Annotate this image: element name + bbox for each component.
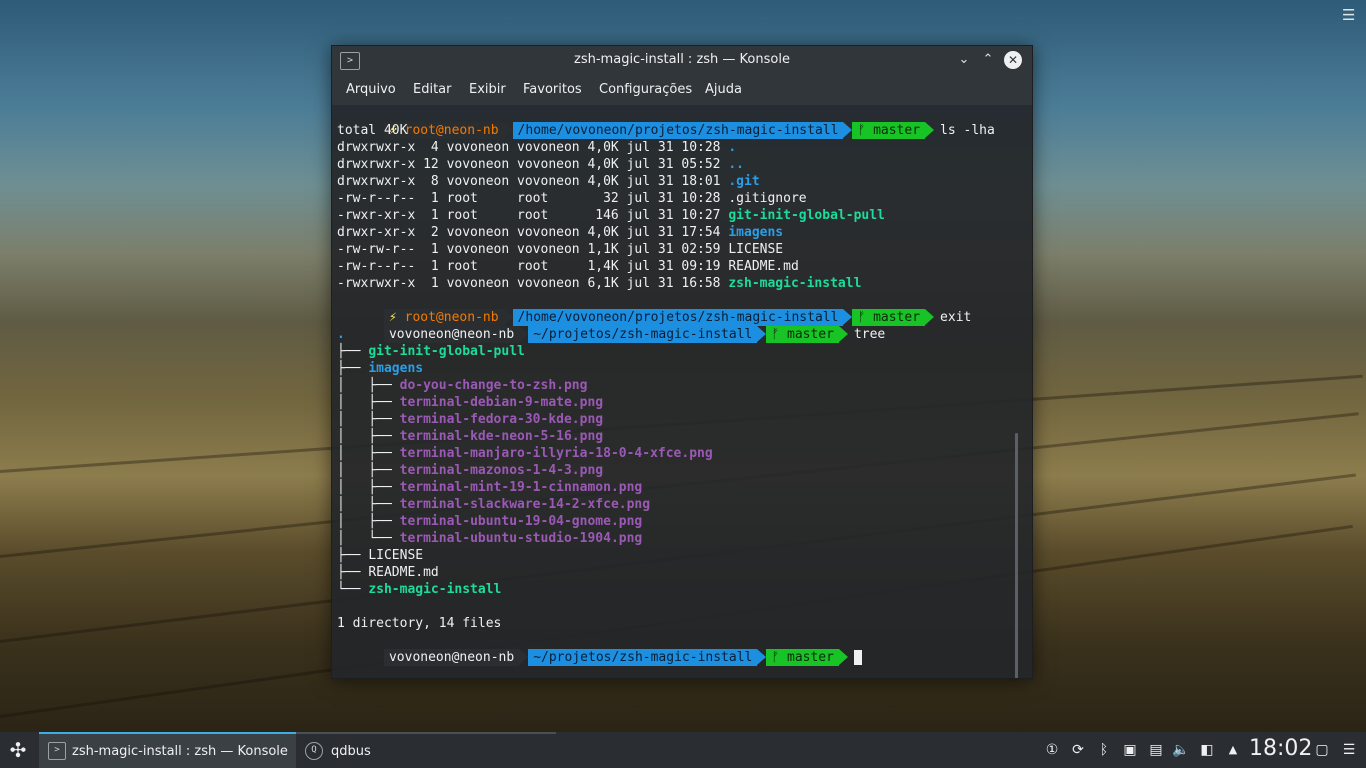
notifications-icon[interactable]: ① <box>1043 741 1061 759</box>
task-label: qdbus <box>331 744 371 759</box>
prompt-line: ⚡ root@neon-nb/home/vovoneon/projetos/zs… <box>337 292 971 326</box>
prompt-git-segment: ᚠ master <box>766 326 839 343</box>
tree-row: ├── README.md <box>337 565 439 580</box>
prompt-user-segment: vovoneon@neon-nb <box>383 326 520 343</box>
minimize-button[interactable]: ⌄ <box>955 51 973 69</box>
prompt-separator <box>757 649 767 665</box>
qdbus-icon: Q <box>305 742 323 760</box>
close-button[interactable]: ✕ <box>1004 51 1022 69</box>
prompt-separator <box>503 122 513 138</box>
panel-settings-icon[interactable]: ☰ <box>1340 741 1358 759</box>
output-line: total 40K <box>337 123 408 138</box>
prompt-path-segment: ~/projetos/zsh-magic-install <box>528 326 758 343</box>
ls-row: drwxrwxr-x 4 vovoneon vovoneon 4,0K jul … <box>337 140 737 155</box>
task-qdbus[interactable]: Q qdbus <box>296 732 556 768</box>
menu-ajuda[interactable]: Ajuda <box>705 82 742 97</box>
tree-row: │ ├── terminal-fedora-30-kde.png <box>337 412 604 427</box>
tree-row: │ ├── terminal-debian-9-mate.png <box>337 395 604 410</box>
device-icon[interactable]: ◧ <box>1198 741 1216 759</box>
menu-editar[interactable]: Editar <box>413 82 452 97</box>
ls-row: -rw-rw-r-- 1 vovoneon vovoneon 1,1K jul … <box>337 242 784 257</box>
terminal-area[interactable]: ⚡ root@neon-nb/home/vovoneon/projetos/zs… <box>332 105 1032 678</box>
ls-row: -rw-r--r-- 1 root root 32 jul 31 10:28 .… <box>337 191 807 206</box>
maximize-button[interactable]: ⌃ <box>979 51 997 69</box>
tree-row: ├── git-init-global-pull <box>337 344 525 359</box>
prompt-path-segment: /home/vovoneon/projetos/zsh-magic-instal… <box>512 122 844 139</box>
clock[interactable]: 18:02 <box>1249 736 1312 761</box>
prompt-line: vovoneon@neon-nb ~/projetos/zsh-magic-ins… <box>337 309 885 343</box>
prompt-separator <box>838 649 848 665</box>
prompt-line: ⚡ root@neon-nb/home/vovoneon/projetos/zs… <box>337 105 995 139</box>
scrollbar[interactable] <box>1015 433 1018 678</box>
network-icon[interactable]: ▣ <box>1121 741 1139 759</box>
tree-row: │ ├── terminal-manjaro-illyria-18-0-4-xf… <box>337 446 713 461</box>
tree-row: ├── imagens <box>337 361 424 376</box>
tree-row: │ ├── terminal-ubuntu-19-04-gnome.png <box>337 514 643 529</box>
menu-arquivo[interactable]: Arquivo <box>346 82 396 97</box>
menubar: Arquivo Editar Exibir Favoritos Configur… <box>332 75 1032 105</box>
menu-favoritos[interactable]: Favoritos <box>523 82 582 97</box>
updates-icon[interactable]: ⟳ <box>1069 741 1087 759</box>
titlebar[interactable]: > zsh-magic-install : zsh — Konsole ⌄ ⌃ … <box>332 46 1032 75</box>
prompt-separator <box>838 326 848 342</box>
ls-row: -rwxr-xr-x 1 root root 146 jul 31 10:27 … <box>337 208 885 223</box>
konsole-icon: > <box>48 742 66 760</box>
prompt-separator <box>843 122 853 138</box>
window-title: zsh-magic-install : zsh — Konsole <box>574 52 790 67</box>
tree-row: ├── LICENSE <box>337 548 424 563</box>
prompt-separator <box>519 649 529 665</box>
plasma-launcher-icon[interactable]: ✣ <box>6 738 30 762</box>
tree-row: │ ├── terminal-kde-neon-5-16.png <box>337 429 604 444</box>
bluetooth-icon[interactable]: ᛒ <box>1095 741 1113 759</box>
text-cursor <box>853 650 862 665</box>
prompt-path-segment: ~/projetos/zsh-magic-install <box>528 649 758 666</box>
prompt-git-segment: ᚠ master <box>766 649 839 666</box>
tree-row: │ ├── do-you-change-to-zsh.png <box>337 378 588 393</box>
prompt-separator <box>925 309 935 325</box>
command-text: tree <box>853 327 886 342</box>
hamburger-icon[interactable]: ☰ <box>1342 8 1356 23</box>
prompt-separator <box>925 122 935 138</box>
ls-row: -rwxrwxr-x 1 vovoneon vovoneon 6,1K jul … <box>337 276 862 291</box>
command-text: exit <box>940 310 972 325</box>
prompt-line[interactable]: vovoneon@neon-nb ~/projetos/zsh-magic-ins… <box>337 632 862 666</box>
ls-row: drwxr-xr-x 2 vovoneon vovoneon 4,0K jul … <box>337 225 784 240</box>
clipboard-icon[interactable]: ▤ <box>1147 741 1165 759</box>
tree-row: . <box>337 327 345 342</box>
prompt-user-segment: vovoneon@neon-nb <box>383 649 520 666</box>
taskbar: ✣ > zsh-magic-install : zsh — Konsole Q … <box>0 732 1366 768</box>
prompt-separator <box>757 326 767 342</box>
tree-row: │ └── terminal-ubuntu-studio-1904.png <box>337 531 643 546</box>
prompt-git-segment: ᚠ master <box>852 122 926 139</box>
menu-configuracoes[interactable]: Configurações <box>599 82 692 97</box>
volume-icon[interactable]: 🔈 <box>1172 741 1190 759</box>
command-text: ls -lha <box>940 123 995 138</box>
ls-row: drwxrwxr-x 12 vovoneon vovoneon 4,0K jul… <box>337 157 744 172</box>
tree-summary: 1 directory, 14 files <box>337 616 502 631</box>
show-desktop-icon[interactable]: ▢ <box>1313 741 1331 759</box>
ls-row: -rw-r--r-- 1 root root 1,4K jul 31 09:19… <box>337 259 799 274</box>
menu-exibir[interactable]: Exibir <box>469 82 506 97</box>
tree-row: │ ├── terminal-mazonos-1-4-3.png <box>337 463 604 478</box>
tree-row: │ ├── terminal-mint-19-1-cinnamon.png <box>337 480 643 495</box>
prompt-separator <box>519 326 529 342</box>
konsole-window: > zsh-magic-install : zsh — Konsole ⌄ ⌃ … <box>331 45 1033 679</box>
expand-tray-icon[interactable]: ▲ <box>1224 741 1242 759</box>
tree-row: │ ├── terminal-slackware-14-2-xfce.png <box>337 497 651 512</box>
task-konsole[interactable]: > zsh-magic-install : zsh — Konsole <box>39 732 296 768</box>
tree-row: └── zsh-magic-install <box>337 582 502 597</box>
ls-row: drwxrwxr-x 8 vovoneon vovoneon 4,0K jul … <box>337 174 760 189</box>
task-label: zsh-magic-install : zsh — Konsole <box>72 744 288 759</box>
